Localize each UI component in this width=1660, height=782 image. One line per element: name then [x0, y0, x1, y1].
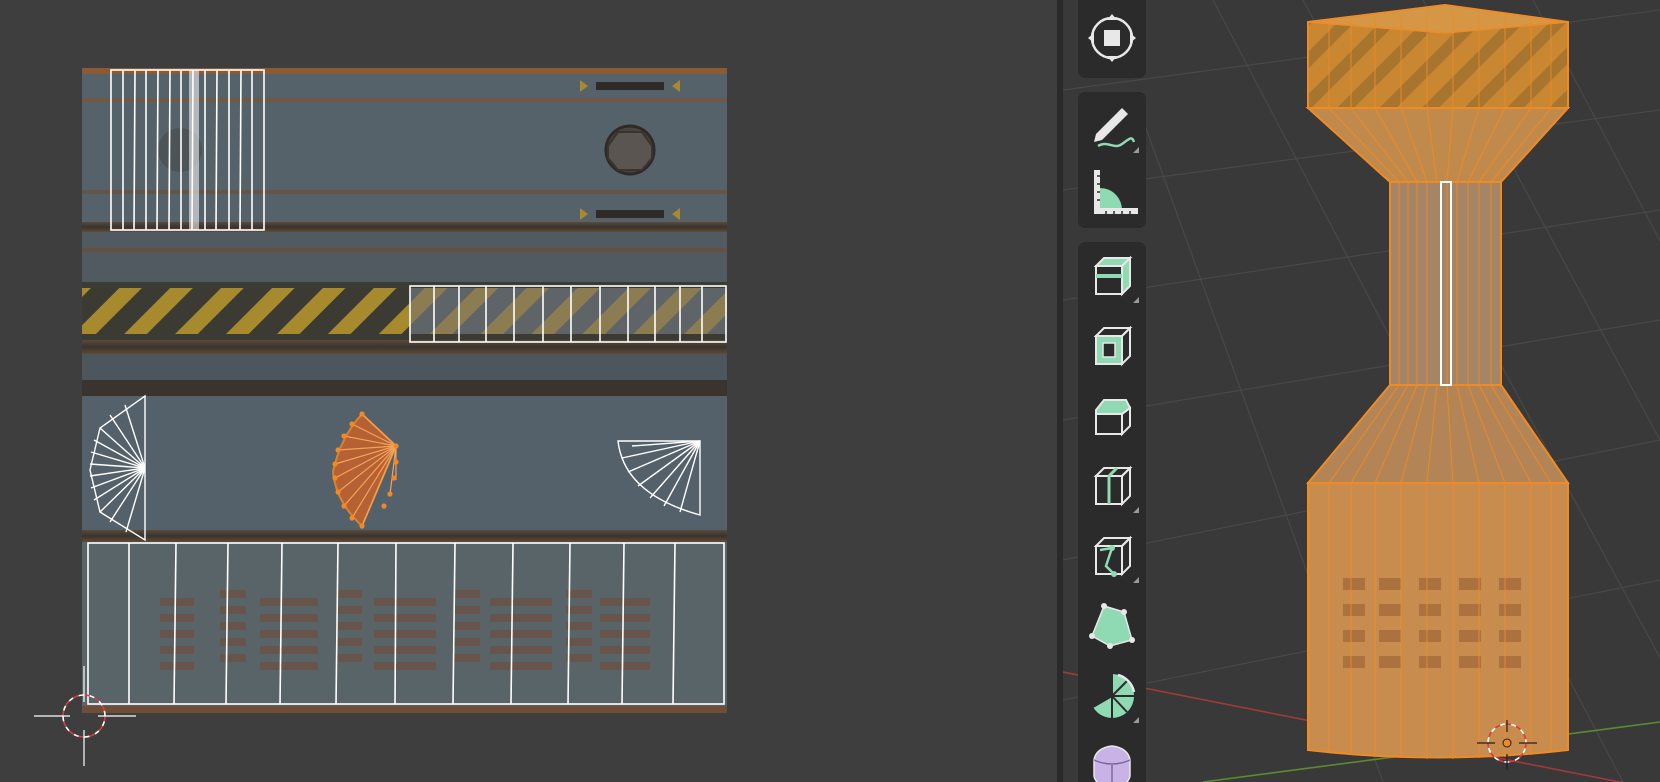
uv-canvas[interactable]	[0, 0, 1057, 782]
uv-editor[interactable]	[0, 0, 1057, 782]
tool-group-transform	[1078, 0, 1146, 78]
tool-group-annotate	[1078, 92, 1146, 228]
uv-texture-image	[82, 68, 727, 713]
tool-inset-faces[interactable]	[1082, 316, 1142, 376]
transform-icon	[1088, 14, 1136, 62]
measure-icon	[1094, 170, 1138, 214]
mesh-object[interactable]	[1305, 3, 1571, 759]
tool-knife[interactable]	[1082, 526, 1142, 586]
viewport-canvas[interactable]	[1063, 0, 1660, 782]
tool-transform[interactable]	[1082, 8, 1142, 68]
poly-build-icon	[1089, 603, 1135, 649]
tool-add-cube[interactable]	[1082, 246, 1142, 306]
tool-loop-cut[interactable]	[1082, 456, 1142, 516]
object-origin[interactable]	[1502, 738, 1512, 748]
tool-bevel[interactable]	[1082, 386, 1142, 446]
viewport-toolbar	[1078, 0, 1146, 782]
bevel-icon	[1095, 399, 1132, 437]
inset-faces-icon	[1093, 325, 1133, 367]
tool-smooth[interactable]	[1082, 736, 1142, 782]
tool-measure[interactable]	[1082, 162, 1142, 222]
3d-viewport[interactable]	[1063, 0, 1660, 782]
tool-group-mesh	[1078, 242, 1146, 782]
tool-annotate[interactable]	[1082, 96, 1142, 156]
tool-spin[interactable]	[1082, 666, 1142, 726]
smooth-icon	[1093, 745, 1131, 782]
tool-poly-build[interactable]	[1082, 596, 1142, 656]
